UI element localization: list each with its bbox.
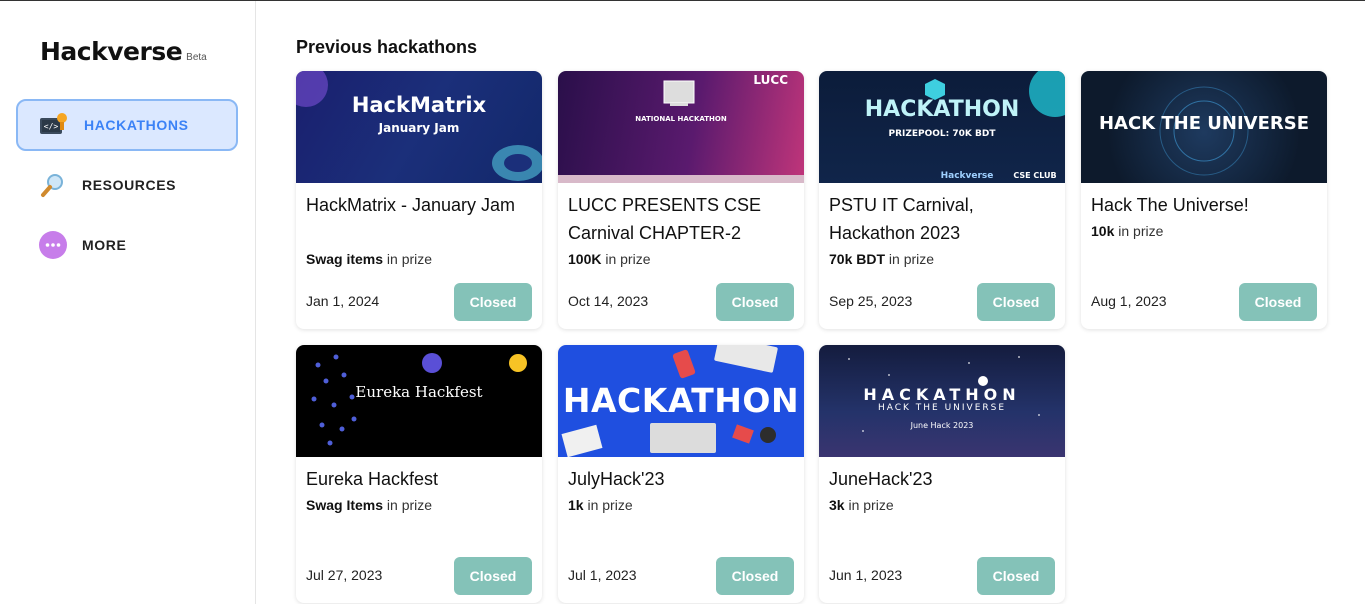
hackathon-icon: </> xyxy=(38,110,68,140)
card-date: Jun 1, 2023 xyxy=(829,567,903,583)
more-dots-icon xyxy=(38,230,68,260)
banner-title: Eureka Hackfest xyxy=(355,383,483,401)
card-date: Aug 1, 2023 xyxy=(1091,293,1167,309)
sidebar-item-label: HACKATHONS xyxy=(84,117,189,133)
card-prize: 100K in prize xyxy=(568,251,651,267)
card-banner-image: HACKATHON HACK THE UNIVERSE June Hack 20… xyxy=(819,345,1065,457)
banner-title: HACK THE UNIVERSE xyxy=(1098,113,1310,134)
card-prize: Swag items in prize xyxy=(306,251,433,267)
banner-club: CSE CLUB xyxy=(1013,171,1057,180)
banner-title: HackMatrix xyxy=(351,93,487,117)
card-prize: 70k BDT in prize xyxy=(829,251,935,267)
card-banner-image: HACK THE UNIVERSE xyxy=(1081,71,1327,183)
page-title: Previous hackathons xyxy=(296,37,478,57)
sidebar-item-more[interactable]: MORE xyxy=(16,219,238,271)
closed-button[interactable]: Closed xyxy=(454,283,532,321)
hackathon-card[interactable]: NATIONAL HACKATHON LUCC LUCC PRESENTS CS… xyxy=(558,71,804,329)
banner-subtitle: January Jam xyxy=(378,121,460,135)
card-prize: Swag Items in prize xyxy=(306,497,433,513)
banner-title: NATIONAL HACKATHON xyxy=(635,115,727,123)
hackathon-card[interactable]: HACKATHON JulyHack'23 1k in prize Jul 1,… xyxy=(558,345,804,603)
closed-button[interactable]: Closed xyxy=(454,557,532,595)
hackathon-card[interactable]: HACK THE UNIVERSE Hack The Universe! 10k… xyxy=(1081,71,1327,329)
card-banner-image: NATIONAL HACKATHON LUCC xyxy=(558,71,804,183)
brand-name: Hackverse xyxy=(40,37,183,66)
banner-subtitle: PRIZEPOOL: 70K BDT xyxy=(888,129,996,139)
hackathon-card[interactable]: HACKATHON PRIZEPOOL: 70K BDT Hackverse C… xyxy=(819,71,1065,329)
closed-button[interactable]: Closed xyxy=(1239,283,1317,321)
banner-logo-text: LUCC xyxy=(753,73,788,87)
card-date: Jan 1, 2024 xyxy=(306,293,380,309)
card-banner-image: HackMatrix January Jam xyxy=(296,71,542,183)
hackathon-card[interactable]: HackMatrix January Jam HackMatrix - Janu… xyxy=(296,71,542,329)
sidebar: Hackverse Beta </> HACKATHONS RESOURCES xyxy=(0,1,256,604)
closed-button[interactable]: Closed xyxy=(977,557,1055,595)
banner-title: HACKATHON xyxy=(864,97,1020,122)
sidebar-item-label: MORE xyxy=(82,237,127,253)
sidebar-item-resources[interactable]: RESOURCES xyxy=(16,159,238,211)
hackathon-card[interactable]: Eureka Hackfest Eureka Hackfest Swag Ite… xyxy=(296,345,542,603)
banner-title: HACKATHON xyxy=(562,381,800,420)
card-date: Oct 14, 2023 xyxy=(568,293,649,309)
svg-text:</>: </> xyxy=(44,122,59,131)
card-date: Jul 27, 2023 xyxy=(306,567,383,583)
closed-button[interactable]: Closed xyxy=(716,283,794,321)
sidebar-item-hackathons[interactable]: </> HACKATHONS xyxy=(16,99,238,151)
card-prize: 3k in prize xyxy=(829,497,894,513)
card-title: HackMatrix - January Jam xyxy=(306,195,516,215)
banner-date: June Hack 2023 xyxy=(910,421,974,430)
card-title: PSTU IT Carnival, Hackathon 2023 xyxy=(829,195,974,243)
card-title: JuneHack'23 xyxy=(829,469,933,489)
card-banner-image: HACKATHON PRIZEPOOL: 70K BDT Hackverse C… xyxy=(819,71,1065,183)
banner-brand: Hackverse xyxy=(940,171,994,181)
hackathon-card[interactable]: HACKATHON HACK THE UNIVERSE June Hack 20… xyxy=(819,345,1065,603)
closed-button[interactable]: Closed xyxy=(977,283,1055,321)
card-banner-image: HACKATHON xyxy=(558,345,804,457)
card-banner-image: Eureka Hackfest xyxy=(296,345,542,457)
card-date: Sep 25, 2023 xyxy=(829,293,913,309)
magnifier-icon xyxy=(38,170,68,200)
banner-title: HACKATHON xyxy=(863,385,1021,404)
card-date: Jul 1, 2023 xyxy=(568,567,637,583)
beta-badge: Beta xyxy=(186,52,207,63)
card-title: LUCC PRESENTS CSE Carnival CHAPTER-2 xyxy=(568,195,762,243)
banner-subtitle: HACK THE UNIVERSE xyxy=(877,403,1007,413)
card-prize: 1k in prize xyxy=(568,497,633,513)
closed-button[interactable]: Closed xyxy=(716,557,794,595)
card-title: JulyHack'23 xyxy=(568,469,665,489)
card-title: Hack The Universe! xyxy=(1091,195,1249,215)
card-title: Eureka Hackfest xyxy=(306,469,439,489)
brand-logo[interactable]: Hackverse Beta xyxy=(40,37,207,66)
sidebar-item-label: RESOURCES xyxy=(82,177,177,193)
card-prize: 10k in prize xyxy=(1091,223,1164,239)
